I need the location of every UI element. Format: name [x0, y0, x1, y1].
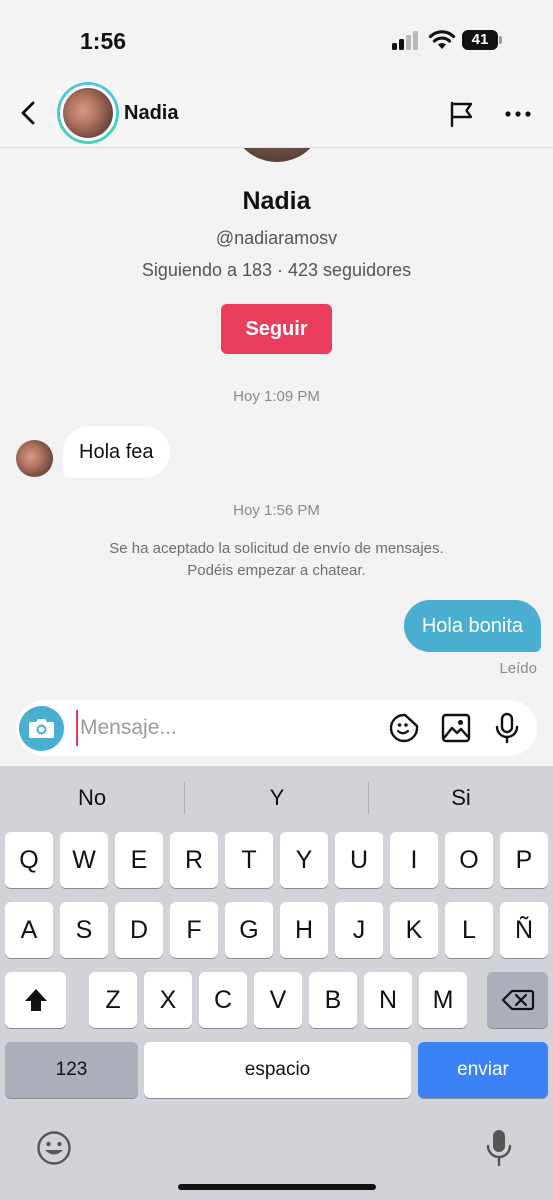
shift-icon [24, 989, 47, 1011]
chat-header: Nadia [0, 80, 553, 148]
report-flag-icon[interactable] [447, 99, 477, 129]
key-n[interactable]: N [364, 972, 412, 1028]
status-time: 1:56 [80, 28, 127, 54]
profile-stats: Siguiendo a 183 · 423 seguidores [141, 260, 412, 280]
read-receipt: Leído [499, 660, 537, 677]
image-gallery-icon[interactable] [440, 712, 472, 744]
header-avatar-ring[interactable] [57, 82, 119, 144]
cellular-signal-icon [392, 30, 420, 50]
key-o[interactable]: O [445, 832, 493, 888]
header-name[interactable]: Nadia [124, 102, 178, 125]
send-key[interactable]: enviar [418, 1042, 548, 1098]
microphone-icon[interactable] [491, 712, 523, 744]
key-a[interactable]: A [5, 902, 53, 958]
key-p[interactable]: P [500, 832, 548, 888]
dictation-microphone-icon[interactable] [484, 1128, 514, 1168]
system-message-line: Se ha aceptado la solicitud de envío de … [109, 540, 444, 557]
key-i[interactable]: I [390, 832, 438, 888]
outgoing-message[interactable]: Hola bonita [403, 600, 541, 652]
key-z[interactable]: Z [89, 972, 137, 1028]
key-d[interactable]: D [115, 902, 163, 958]
incoming-message[interactable]: Hola fea [63, 426, 170, 478]
more-options-icon[interactable] [503, 100, 533, 128]
timestamp: Hoy 1:56 PM [233, 502, 320, 519]
prediction-suggestion[interactable]: Y [185, 766, 369, 830]
message-composer [16, 700, 537, 756]
key-x[interactable]: X [144, 972, 192, 1028]
key-s[interactable]: S [60, 902, 108, 958]
key-j[interactable]: J [335, 902, 383, 958]
backspace-key[interactable] [487, 972, 548, 1028]
key-e[interactable]: E [115, 832, 163, 888]
battery-tip [499, 36, 502, 44]
wifi-icon [428, 30, 456, 49]
numbers-key[interactable]: 123 [5, 1042, 138, 1098]
key-f[interactable]: F [170, 902, 218, 958]
key-h[interactable]: H [280, 902, 328, 958]
key-g[interactable]: G [225, 902, 273, 958]
system-message: Se ha aceptado la solicitud de envío de … [0, 538, 553, 582]
key-c[interactable]: C [199, 972, 247, 1028]
key-l[interactable]: L [445, 902, 493, 958]
space-key[interactable]: espacio [144, 1042, 411, 1098]
prediction-suggestion[interactable]: No [0, 766, 184, 830]
keyboard: No Y Si Q W E R T Y U I O P A S D F G H … [0, 766, 553, 1200]
key-v[interactable]: V [254, 972, 302, 1028]
header-avatar[interactable] [60, 85, 116, 141]
camera-button[interactable] [19, 706, 64, 751]
key-u[interactable]: U [335, 832, 383, 888]
sender-avatar[interactable] [16, 440, 53, 477]
prediction-suggestion[interactable]: Si [369, 766, 553, 830]
key-enye[interactable]: Ñ [500, 902, 548, 958]
back-icon[interactable] [14, 98, 44, 128]
status-bar: 1:56 41 [0, 0, 553, 80]
timestamp: Hoy 1:09 PM [233, 388, 320, 405]
message-input[interactable] [76, 710, 376, 746]
key-q[interactable]: Q [5, 832, 53, 888]
key-k[interactable]: K [390, 902, 438, 958]
sticker-icon[interactable] [388, 712, 420, 744]
follow-button[interactable]: Seguir [221, 304, 332, 354]
key-w[interactable]: W [60, 832, 108, 888]
profile-handle: @nadiaramosv [215, 228, 338, 248]
battery-icon: 41 [462, 30, 498, 50]
key-y[interactable]: Y [280, 832, 328, 888]
system-message-line: Podéis empezar a chatear. [187, 562, 366, 579]
key-m[interactable]: M [419, 972, 467, 1028]
home-indicator[interactable] [178, 1184, 376, 1190]
key-t[interactable]: T [225, 832, 273, 888]
backspace-icon [501, 989, 534, 1011]
key-b[interactable]: B [309, 972, 357, 1028]
shift-key[interactable] [5, 972, 66, 1028]
profile-name: Nadia [242, 187, 311, 215]
camera-icon [29, 719, 54, 738]
emoji-icon[interactable] [36, 1130, 72, 1166]
key-r[interactable]: R [170, 832, 218, 888]
